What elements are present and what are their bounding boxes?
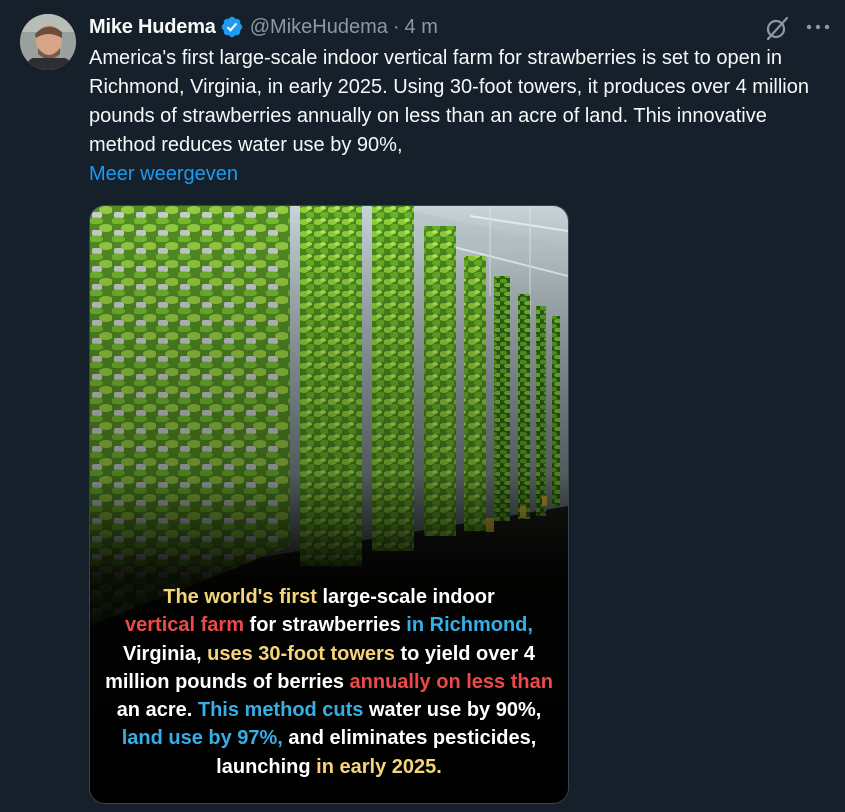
caption-highlight: The world's first [163,586,317,608]
avatar-image [20,14,76,70]
caption-text: large-scale indoor [316,586,495,608]
caption-text: Virginia, [123,642,208,665]
show-more-link[interactable]: Meer weergeven [89,160,238,189]
caption-text: million pounds of berries [105,670,350,693]
caption-highlight: in early 2025. [316,755,442,778]
caption-text: launching [216,755,317,778]
caption-highlight: land use by 97%, [121,727,283,750]
caption-text: and eliminates pesticides, [282,727,537,750]
tweet[interactable]: Mike Hudema @MikeHudema · 4 m America's … [0,0,845,812]
caption-highlight: annually on less than [349,670,553,693]
verified-badge-icon [221,16,242,38]
caption-highlight: This method cuts [197,699,364,722]
tweet-text: America's first large-scale indoor verti… [89,47,809,156]
avatar[interactable] [20,14,76,70]
timestamp[interactable]: 4 m [405,16,438,39]
tweet-header: Mike Hudema @MikeHudema · 4 m [89,12,438,42]
media-caption: The world's first large-scale indoor ver… [90,583,568,781]
tweet-media[interactable]: The world's first large-scale indoor ver… [89,205,569,804]
author-name[interactable]: Mike Hudema [89,16,216,39]
caption-text: for strawberries [244,614,407,637]
caption-text: water use by 90%, [363,699,542,722]
more-options-icon[interactable] [805,20,831,34]
author-handle[interactable]: @MikeHudema [250,16,388,39]
caption-text: an acre. [116,699,198,722]
caption-highlight: in Richmond, [406,614,533,637]
caption-highlight: vertical farm [125,614,244,637]
caption-highlight: uses 30-foot towers [207,642,395,665]
caption-text: to yield over 4 [394,642,535,665]
grok-icon[interactable] [763,14,791,42]
separator-dot: · [392,15,400,38]
